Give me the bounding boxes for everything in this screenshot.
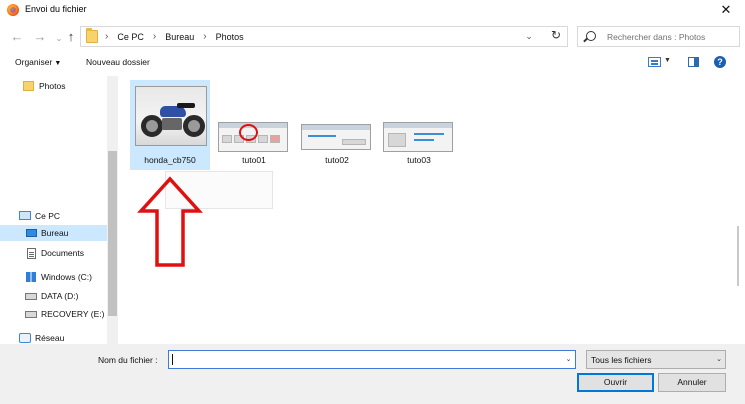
organize-label: Organiser [15, 57, 53, 67]
chevron-down-icon[interactable]: ⌄ [561, 351, 575, 368]
search-input[interactable]: Rechercher dans : Photos [577, 26, 740, 47]
breadcrumb-ce-pc[interactable]: Ce PC [117, 32, 144, 42]
image-thumbnail [135, 86, 207, 146]
sidebar-item-label: Réseau [35, 333, 65, 343]
document-icon [27, 248, 36, 259]
file-name: tuto02 [325, 155, 349, 165]
filename-input[interactable]: ⌄ [168, 350, 576, 369]
sidebar-item-label: Windows (C:) [41, 272, 93, 282]
thumb-accent [308, 135, 336, 137]
sidebar-item-bureau[interactable]: Bureau [0, 225, 108, 241]
preview-pane-icon[interactable] [688, 57, 699, 67]
seat-shape [177, 103, 195, 108]
red-circle-annotation [239, 124, 258, 141]
sidebar-item-photos[interactable]: Photos [0, 78, 108, 94]
chevron-down-icon: ▼ [54, 60, 62, 67]
breadcrumb-photos[interactable]: Photos [216, 32, 244, 42]
sidebar-scrollbar[interactable] [107, 76, 118, 344]
view-options-dropdown[interactable]: ▼ [664, 57, 671, 64]
cancel-button[interactable]: Annuler [658, 373, 726, 392]
address-dropdown-icon[interactable]: ⌄ [521, 28, 537, 45]
folder-icon [23, 81, 34, 91]
refresh-button[interactable]: ↻ [547, 27, 565, 45]
image-thumbnail [301, 124, 371, 150]
breadcrumb-separator: › [105, 31, 109, 42]
image-thumbnail [383, 122, 453, 152]
wheel-shape [183, 115, 205, 137]
back-button[interactable]: ← [8, 28, 26, 46]
file-item-tuto02[interactable]: tuto02 [301, 116, 373, 166]
file-item-tuto03[interactable]: tuto03 [383, 116, 455, 166]
thumb-block [342, 139, 366, 145]
drive-icon [25, 311, 37, 318]
engine-shape [162, 118, 182, 130]
drive-icon [25, 293, 37, 300]
thumb-block [258, 135, 268, 143]
breadcrumb: › Ce PC › Bureau › Photos [105, 31, 244, 42]
breadcrumb-bureau[interactable]: Bureau [165, 32, 194, 42]
sidebar-item-documents[interactable]: Documents [0, 245, 108, 261]
network-icon [19, 333, 31, 343]
scrollbar-thumb[interactable] [108, 151, 117, 316]
firefox-icon [7, 4, 19, 16]
change-view-icon[interactable] [648, 57, 661, 67]
sidebar-item-windows-c[interactable]: Windows (C:) [0, 269, 108, 285]
file-name: tuto03 [407, 155, 431, 165]
new-folder-button[interactable]: Nouveau dossier [86, 57, 150, 67]
search-icon [586, 31, 596, 41]
file-item-tuto01[interactable]: tuto01 [218, 116, 290, 166]
filename-label: Nom du fichier : [98, 355, 158, 365]
sidebar-item-label: DATA (D:) [41, 291, 79, 301]
sidebar-item-label: Bureau [41, 228, 69, 238]
wheel-shape [141, 115, 163, 137]
sidebar-item-data-d[interactable]: DATA (D:) [0, 288, 108, 304]
thumb-block [270, 135, 280, 143]
folder-icon [86, 28, 98, 43]
sidebar-item-ce-pc[interactable]: Ce PC [0, 208, 108, 224]
filetype-value: Tous les fichiers [591, 355, 652, 365]
sidebar-item-recovery-e[interactable]: RECOVERY (E:) [0, 306, 108, 322]
sidebar-item-label: Photos [39, 81, 66, 91]
text-caret [172, 354, 173, 365]
breadcrumb-separator: › [152, 31, 157, 42]
chevron-down-icon: ⌄ [716, 356, 722, 363]
search-placeholder: Rechercher dans : Photos [607, 32, 706, 42]
close-button[interactable]: ✕ [711, 0, 741, 21]
thumb-bar [302, 125, 370, 130]
red-arrow-annotation [137, 176, 203, 267]
scrollbar-thumb[interactable] [737, 226, 739, 286]
address-bar[interactable]: › Ce PC › Bureau › Photos ⌄ [80, 26, 568, 47]
computer-icon [19, 211, 31, 220]
sidebar-item-label: RECOVERY (E:) [41, 309, 105, 319]
breadcrumb-separator: › [203, 31, 207, 42]
windows-drive-icon [26, 272, 36, 282]
sidebar-item-label: Documents [41, 248, 84, 258]
title-bar: Envoi du fichier ✕ [0, 0, 745, 21]
file-name: tuto01 [242, 155, 266, 165]
thumb-bar [384, 123, 452, 128]
filetype-select[interactable]: Tous les fichiers ⌄ [586, 350, 726, 369]
command-bar: Organiser ▼ Nouveau dossier ▼ ? [0, 52, 745, 74]
file-name: honda_cb750 [144, 155, 196, 165]
window-title: Envoi du fichier [25, 4, 87, 14]
file-list[interactable]: honda_cb750 tuto01 tuto02 tuto03 [120, 76, 740, 344]
content-scrollbar[interactable] [735, 76, 740, 344]
organize-button[interactable]: Organiser ▼ [15, 57, 61, 67]
desktop-icon [26, 229, 37, 237]
forward-button[interactable]: → [31, 28, 49, 46]
file-item-honda-cb750[interactable]: honda_cb750 [130, 80, 210, 170]
sidebar-item-label: Ce PC [35, 211, 61, 221]
thumb-accent [414, 139, 434, 141]
open-button[interactable]: Ouvrir [577, 373, 654, 392]
up-button[interactable]: ↑ [62, 28, 80, 46]
arrow-shape [137, 176, 203, 267]
navigation-pane[interactable]: Photos Ce PC Bureau Documents Windows (C… [0, 76, 119, 344]
thumb-block [388, 133, 406, 147]
help-icon[interactable]: ? [714, 56, 726, 68]
thumb-block [222, 135, 232, 143]
thumb-accent [414, 133, 444, 135]
